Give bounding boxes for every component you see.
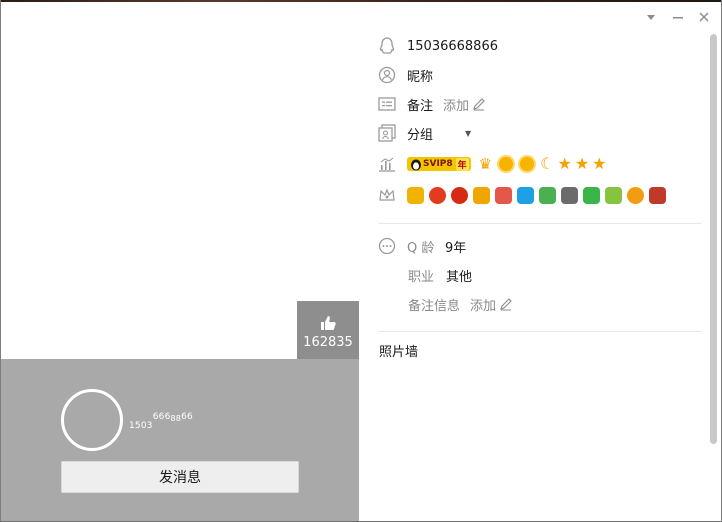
qage-value: 9年: [445, 240, 467, 256]
send-message-button[interactable]: 发消息: [61, 461, 299, 493]
level-row: SVIP8 年 ♛ ☾ ★ ★ ★: [378, 153, 607, 175]
qage-row: Q 龄 9年: [378, 235, 466, 257]
qq-number: 15036668866: [407, 38, 498, 54]
star-level-icon: ★: [574, 154, 590, 173]
profile-details-panel: 15036668866 昵称 备注 添加 分组 ▼ SVIP8 年 ♛ ☾ ★ …: [360, 2, 708, 521]
sun-level-icon: [520, 157, 535, 171]
service-badge-icon[interactable]: [407, 186, 424, 204]
chevron-down-icon[interactable]: ▼: [465, 129, 471, 138]
service-badge-icon[interactable]: [429, 186, 446, 204]
qq-number-stylized: 15036668866: [129, 412, 193, 431]
edit-pencil-icon: [473, 98, 485, 111]
avatar[interactable]: [61, 389, 123, 451]
profile-cover-panel: 162835 15036668866 发消息: [1, 2, 359, 521]
remark-label: 备注: [407, 98, 434, 114]
like-button[interactable]: 162835: [297, 301, 359, 360]
remark-row: 备注 添加: [378, 93, 486, 115]
service-badge-icon[interactable]: [605, 186, 622, 204]
profile-summary: 15036668866 发消息: [1, 359, 359, 521]
job-row: 职业 其他: [408, 264, 472, 286]
sun-level-icon: [499, 157, 514, 171]
service-badge-icon[interactable]: [473, 186, 490, 204]
remark-add-link[interactable]: 添加: [443, 95, 486, 114]
remark-info-add-link[interactable]: 添加: [470, 295, 513, 314]
edit-pencil-icon: [500, 298, 512, 311]
group-row[interactable]: 分组 ▼: [378, 122, 471, 144]
section-divider: [378, 331, 702, 332]
crown-outline-icon: [378, 186, 396, 204]
service-badge-icon[interactable]: [583, 186, 600, 204]
service-badge-icon[interactable]: [495, 186, 512, 204]
nickname-row: 昵称: [378, 64, 433, 86]
service-badge-icon[interactable]: [517, 186, 534, 204]
service-badge-icon[interactable]: [451, 186, 468, 204]
scrollbar[interactable]: [709, 34, 719, 444]
service-badge-icon[interactable]: [649, 186, 666, 204]
group-label: 分组: [407, 127, 434, 143]
user-circle-icon: [378, 66, 396, 84]
star-level-icon: ★: [557, 154, 572, 173]
qage-label: Q 龄: [407, 240, 435, 256]
job-value: 其他: [446, 269, 473, 285]
qq-number-row: 15036668866: [378, 35, 498, 57]
photo-wall-label: 照片墙: [379, 344, 419, 360]
qq-penguin-icon: [378, 37, 396, 55]
service-badge-icon[interactable]: [627, 186, 644, 204]
star-level-icon: ★: [592, 154, 607, 173]
remark-card-icon: [378, 95, 396, 113]
nickname: 昵称: [407, 69, 434, 85]
level-chart-icon: [378, 155, 396, 173]
moon-level-icon: ☾: [540, 154, 555, 173]
like-count: 162835: [303, 335, 353, 350]
service-badges-row: [378, 184, 671, 206]
level-badges: SVIP8 年 ♛ ☾ ★ ★ ★: [407, 156, 607, 172]
thumbs-up-icon: [319, 314, 337, 332]
service-badges: [407, 186, 671, 204]
remark-info-row: 备注信息 添加: [408, 293, 513, 315]
scrollbar-thumb[interactable]: [710, 34, 717, 444]
qq-penguin-icon: [411, 159, 421, 171]
group-icon: [378, 124, 396, 142]
photo-wall-row: 照片墙: [379, 339, 418, 361]
svip-badge[interactable]: SVIP8 年: [407, 157, 471, 171]
more-circle-icon: [378, 237, 396, 255]
job-label: 职业: [408, 269, 435, 285]
remark-info-label: 备注信息: [408, 298, 461, 314]
service-badge-icon[interactable]: [539, 186, 556, 204]
crown-level-icon: ♛: [478, 155, 493, 173]
section-divider: [378, 223, 702, 224]
service-badge-icon[interactable]: [561, 186, 578, 204]
